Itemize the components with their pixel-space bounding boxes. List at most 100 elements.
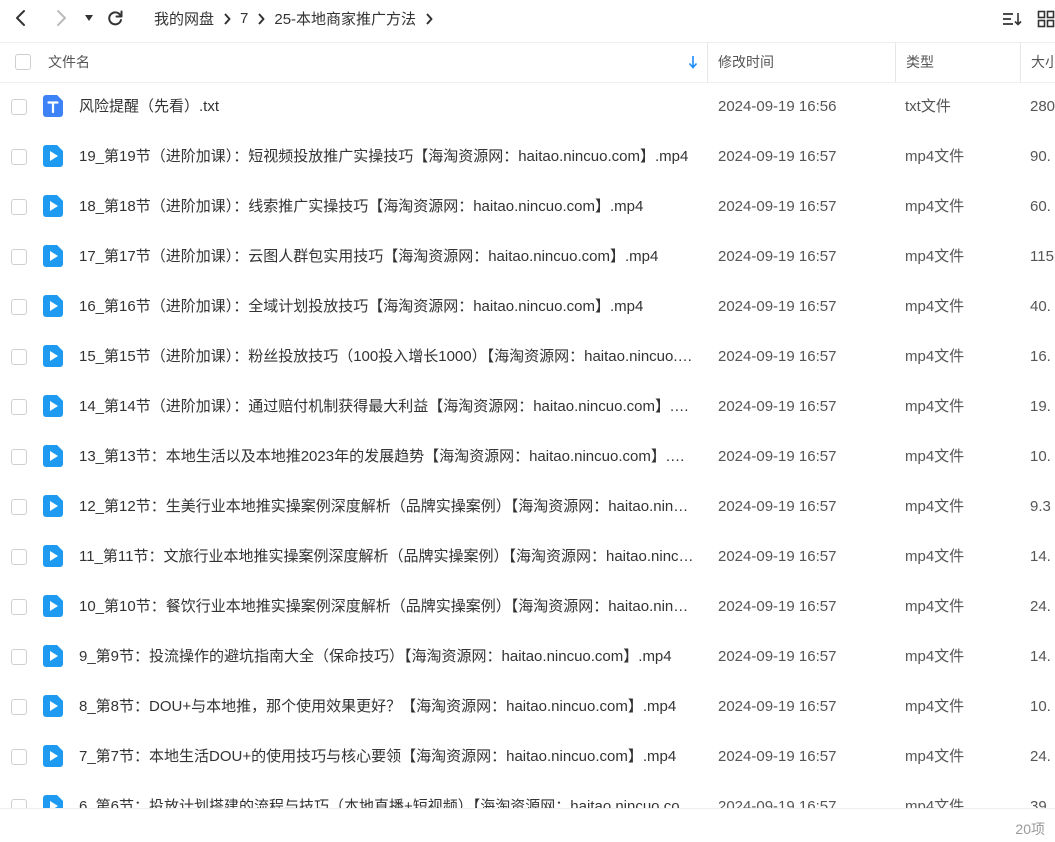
file-row[interactable]: 12_第12节：生美行业本地推实操案例深度解析（品牌实操案例）【海淘资源网：ha… — [0, 482, 1055, 532]
video-file-icon — [43, 745, 63, 767]
file-row[interactable]: 14_第14节（进阶加课）：通过赔付机制获得最大利益【海淘资源网：haitao.… — [0, 382, 1055, 432]
file-name: 19_第19节（进阶加课）：短视频投放推广实操技巧【海淘资源网：haitao.n… — [79, 148, 689, 165]
file-type: mp4文件 — [905, 398, 965, 415]
file-type: mp4文件 — [905, 448, 965, 465]
row-checkbox[interactable] — [11, 99, 27, 115]
file-row[interactable]: 13_第13节：本地生活以及本地推2023年的发展趋势【海淘资源网：haitao… — [0, 432, 1055, 482]
file-row[interactable]: 15_第15节（进阶加课）：粉丝投放技巧（100投入增长1000）【海淘资源网：… — [0, 332, 1055, 382]
file-row[interactable]: 9_第9节：投流操作的避坑指南大全（保命技巧）【海淘资源网：haitao.nin… — [0, 632, 1055, 682]
file-size: 19. — [1030, 398, 1051, 415]
sort-down-arrow-icon[interactable] — [688, 55, 698, 69]
row-checkbox[interactable] — [11, 299, 27, 315]
history-dropdown-button[interactable] — [77, 6, 101, 30]
chevron-right-icon — [57, 10, 66, 26]
forward-button[interactable] — [49, 6, 73, 30]
video-file-icon — [43, 395, 63, 417]
file-modified-time: 2024-09-19 16:57 — [718, 398, 837, 415]
file-type: mp4文件 — [905, 798, 965, 808]
file-type: mp4文件 — [905, 598, 965, 615]
sort-options-button[interactable] — [1001, 8, 1023, 30]
sort-list-icon — [1003, 13, 1022, 26]
file-row[interactable]: 16_第16节（进阶加课）：全域计划投放技巧【海淘资源网：haitao.ninc… — [0, 282, 1055, 332]
row-checkbox[interactable] — [11, 499, 27, 515]
file-row[interactable]: 6_第6节：投放计划搭建的流程与技巧（本地直播+短视频）【海淘资源网：haita… — [0, 782, 1055, 808]
chevron-right-icon[interactable] — [425, 12, 433, 25]
refresh-button[interactable] — [103, 6, 127, 30]
video-file-icon — [43, 145, 63, 167]
file-modified-time: 2024-09-19 16:56 — [718, 98, 837, 115]
file-size: 39. — [1030, 798, 1051, 808]
breadcrumb-item-current[interactable]: 25-本地商家推广方法 — [274, 8, 416, 29]
file-row[interactable]: 17_第17节（进阶加课）：云图人群包实用技巧【海淘资源网：haitao.nin… — [0, 232, 1055, 282]
refresh-icon — [108, 10, 123, 26]
file-type: mp4文件 — [905, 248, 965, 265]
file-size: 9.3 — [1030, 498, 1051, 515]
file-name: 12_第12节：生美行业本地推实操案例深度解析（品牌实操案例）【海淘资源网：ha… — [79, 498, 695, 515]
file-row[interactable]: 8_第8节：DOU+与本地推，那个使用效果更好？【海淘资源网：haitao.ni… — [0, 682, 1055, 732]
row-checkbox[interactable] — [11, 249, 27, 265]
select-all-checkbox[interactable] — [15, 54, 31, 70]
file-name: 9_第9节：投流操作的避坑指南大全（保命技巧）【海淘资源网：haitao.nin… — [79, 648, 672, 665]
file-row[interactable]: 19_第19节（进阶加课）：短视频投放推广实操技巧【海淘资源网：haitao.n… — [0, 132, 1055, 182]
file-list: 风险提醒（先看）.txt 2024-09-19 16:56 txt文件 280 19_第… — [0, 82, 1055, 808]
file-size: 90. — [1030, 148, 1051, 165]
grid-view-button[interactable] — [1035, 8, 1055, 30]
file-type: mp4文件 — [905, 498, 965, 515]
file-type: mp4文件 — [905, 348, 965, 365]
file-row[interactable]: 风险提醒（先看）.txt 2024-09-19 16:56 txt文件 280 — [0, 82, 1055, 132]
file-size: 14. — [1030, 648, 1051, 665]
column-header-name[interactable]: 文件名 — [48, 43, 648, 82]
text-file-icon — [43, 95, 63, 117]
caret-down-icon — [85, 15, 93, 21]
breadcrumb-item-folder[interactable]: 7 — [240, 10, 248, 27]
file-name: 风险提醒（先看）.txt — [79, 98, 220, 115]
column-header-type[interactable]: 类型 — [906, 43, 1006, 82]
file-modified-time: 2024-09-19 16:57 — [718, 648, 837, 665]
row-checkbox[interactable] — [11, 599, 27, 615]
file-size: 16. — [1030, 348, 1051, 365]
file-type: mp4文件 — [905, 198, 965, 215]
row-checkbox[interactable] — [11, 549, 27, 565]
column-header-size[interactable]: 大小 — [1031, 43, 1055, 82]
row-checkbox[interactable] — [11, 399, 27, 415]
file-name: 15_第15节（进阶加课）：粉丝投放技巧（100投入增长1000）【海淘资源网：… — [79, 348, 695, 365]
video-file-icon — [43, 245, 63, 267]
file-modified-time: 2024-09-19 16:57 — [718, 298, 837, 315]
video-file-icon — [43, 495, 63, 517]
file-list-header: 文件名 修改时间 类型 大小 — [0, 42, 1055, 83]
file-size: 10. — [1030, 698, 1051, 715]
row-checkbox[interactable] — [11, 199, 27, 215]
row-checkbox[interactable] — [11, 449, 27, 465]
file-type: mp4文件 — [905, 548, 965, 565]
file-name: 8_第8节：DOU+与本地推，那个使用效果更好？【海淘资源网：haitao.ni… — [79, 698, 677, 715]
file-name: 6_第6节：投放计划搭建的流程与技巧（本地直播+短视频）【海淘资源网：haita… — [79, 798, 695, 808]
row-checkbox[interactable] — [11, 149, 27, 165]
column-divider[interactable] — [707, 43, 708, 82]
back-button[interactable] — [9, 6, 33, 30]
status-bar: 20项 — [0, 808, 1055, 842]
column-header-modified[interactable]: 修改时间 — [718, 43, 888, 82]
row-checkbox[interactable] — [11, 749, 27, 765]
chevron-right-icon — [257, 12, 265, 25]
video-file-icon — [43, 195, 63, 217]
file-modified-time: 2024-09-19 16:57 — [718, 748, 837, 765]
file-row[interactable]: 7_第7节：本地生活DOU+的使用技巧与核心要领【海淘资源网：haitao.ni… — [0, 732, 1055, 782]
file-row[interactable]: 10_第10节：餐饮行业本地推实操案例深度解析（品牌实操案例）【海淘资源网：ha… — [0, 582, 1055, 632]
file-row[interactable]: 11_第11节：文旅行业本地推实操案例深度解析（品牌实操案例）【海淘资源网：ha… — [0, 532, 1055, 582]
column-divider[interactable] — [1020, 43, 1021, 82]
file-name: 17_第17节（进阶加课）：云图人群包实用技巧【海淘资源网：haitao.nin… — [79, 248, 659, 265]
row-checkbox[interactable] — [11, 799, 27, 808]
file-modified-time: 2024-09-19 16:57 — [718, 148, 837, 165]
breadcrumb: 我的网盘 7 25-本地商家推广方法 — [154, 8, 442, 29]
row-checkbox[interactable] — [11, 649, 27, 665]
file-modified-time: 2024-09-19 16:57 — [718, 248, 837, 265]
file-row[interactable]: 18_第18节（进阶加课）：线索推广实操技巧【海淘资源网：haitao.ninc… — [0, 182, 1055, 232]
file-size: 115 — [1030, 248, 1054, 265]
row-checkbox[interactable] — [11, 699, 27, 715]
file-size: 60. — [1030, 198, 1051, 215]
toolbar: 我的网盘 7 25-本地商家推广方法 — [0, 0, 1055, 36]
row-checkbox[interactable] — [11, 349, 27, 365]
column-divider[interactable] — [895, 43, 896, 82]
breadcrumb-item-root[interactable]: 我的网盘 — [154, 8, 214, 29]
video-file-icon — [43, 695, 63, 717]
